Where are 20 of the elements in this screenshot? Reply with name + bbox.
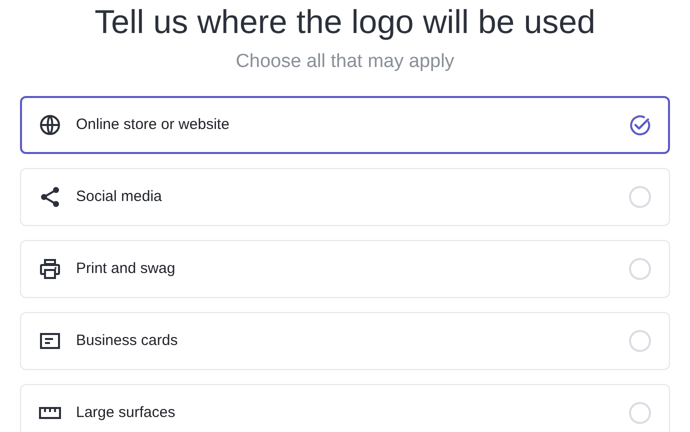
option-label: Large surfaces [76,402,176,423]
option-card[interactable]: Business cards [20,312,670,370]
check-circle-icon [628,113,652,137]
option-card[interactable]: Online store or website [20,96,670,154]
globe-icon [38,113,62,137]
printer-icon [38,257,62,281]
radio-circle-icon [628,401,652,425]
option-label: Business cards [76,330,179,351]
share-icon [38,185,62,209]
page-subheading: Choose all that may apply [234,52,456,71]
page-heading: Tell us where the logo will be used [94,5,596,38]
option-card[interactable]: Social media [20,168,670,226]
radio-circle-icon [628,329,652,353]
option-label: Online store or website [76,114,230,135]
option-card[interactable]: Large surfaces [20,384,670,432]
option-card[interactable]: Print and swag [20,240,670,298]
option-label: Print and swag [76,258,176,279]
option-label: Social media [76,186,163,207]
radio-circle-icon [628,257,652,281]
radio-circle-icon [628,185,652,209]
